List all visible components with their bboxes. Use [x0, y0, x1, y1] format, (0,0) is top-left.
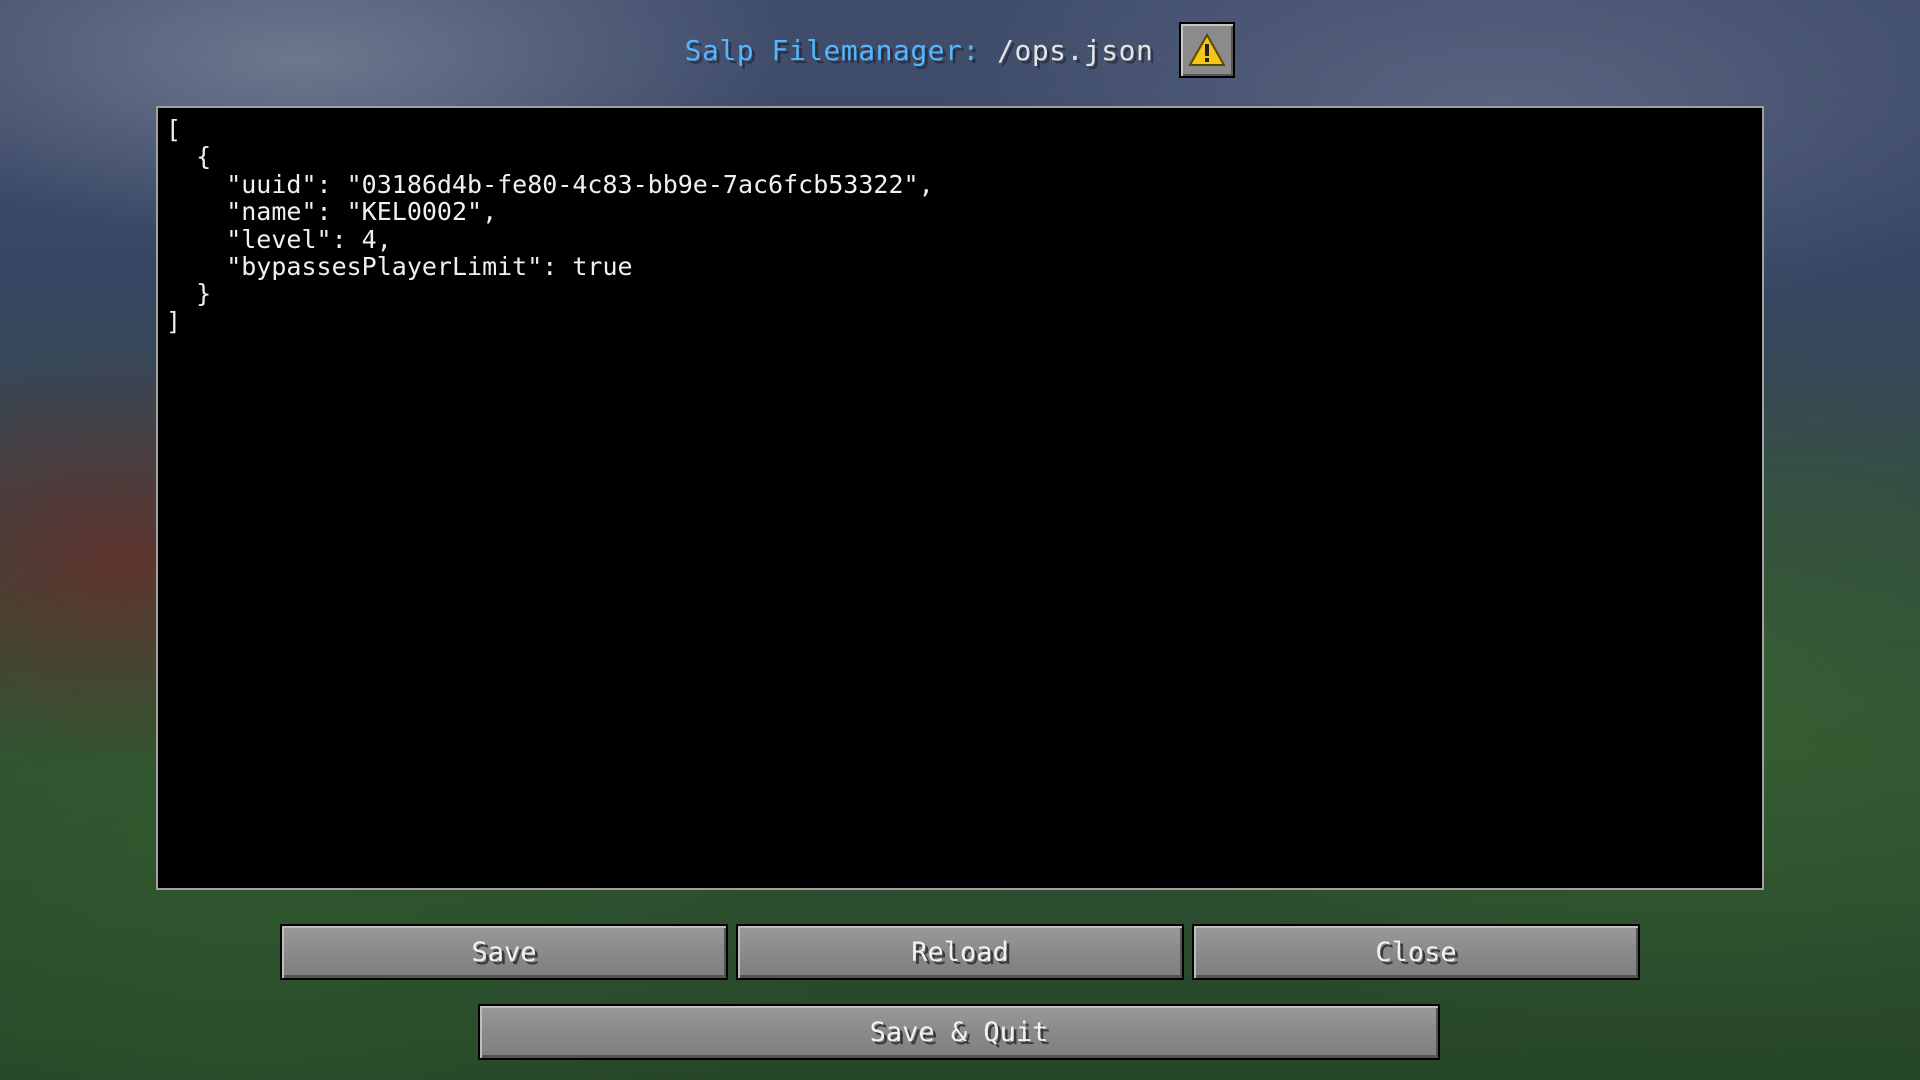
warning-triangle-icon [1188, 33, 1227, 66]
page-title: Salp Filemanager: /ops.json [685, 34, 1154, 67]
save-and-quit-button[interactable]: Save & Quit [478, 1004, 1440, 1060]
app-label: Salp Filemanager: [684, 33, 980, 67]
editor-content[interactable]: [ { "uuid": "03186d4b-fe80-4c83-bb9e-7ac… [158, 108, 1762, 343]
file-editor[interactable]: [ { "uuid": "03186d4b-fe80-4c83-bb9e-7ac… [156, 106, 1764, 890]
header-bar: Salp Filemanager: /ops.json [0, 20, 1920, 80]
reload-button[interactable]: Reload [736, 924, 1184, 980]
file-path: /ops.json [979, 33, 1154, 67]
warning-button[interactable] [1179, 22, 1236, 78]
close-button[interactable]: Close [1192, 924, 1640, 980]
save-button[interactable]: Save [280, 924, 728, 980]
